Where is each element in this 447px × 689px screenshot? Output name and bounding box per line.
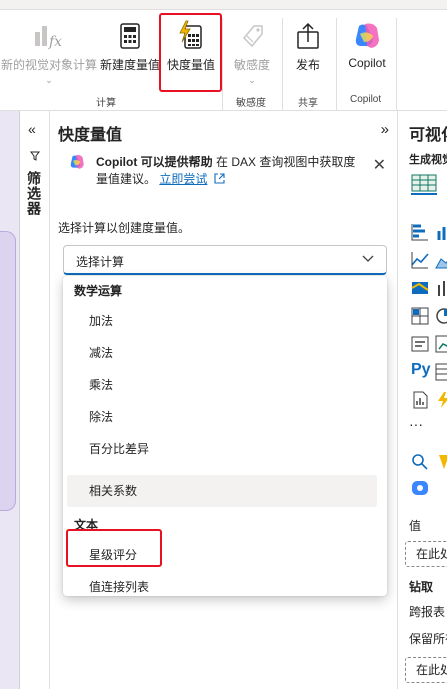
option-add[interactable]: 加法 <box>67 305 377 337</box>
copilot-banner: Copilot 可以提供帮助 在 DAX 查询视图中获取度量值建议。 立即尝试 … <box>58 149 390 207</box>
python-visual-icon[interactable]: Py <box>411 361 435 379</box>
calculator-icon <box>120 23 140 49</box>
visual-calculation-icon: fx <box>35 26 62 50</box>
select-prompt: 选择计算以创建度量值。 <box>58 221 191 235</box>
drillthrough-drop-zone[interactable]: 在此处添加钻取字段 <box>405 657 447 683</box>
calculation-select[interactable]: 选择计算 <box>63 245 387 275</box>
option-concatenated-list[interactable]: 值连接列表 <box>67 571 377 603</box>
table-icon[interactable] <box>435 363 447 381</box>
values-label: 值 <box>409 519 422 533</box>
group-label-copilot: Copilot <box>350 94 382 105</box>
filters-pane-collapsed[interactable]: « 筛选器 <box>20 111 50 689</box>
search-icon[interactable] <box>411 453 429 471</box>
cross-report-label: 跨报表 <box>409 605 446 619</box>
matrix-icon[interactable] <box>411 307 429 325</box>
stacked-bar-chart-icon[interactable] <box>411 223 429 241</box>
values-drop-zone[interactable]: 在此处添加数据字段 <box>405 541 447 567</box>
report-canvas-edge <box>0 111 20 689</box>
try-now-link[interactable]: 立即尝试 <box>159 172 207 186</box>
chevron-down-icon: ⌄ <box>45 75 53 85</box>
title-strip <box>0 0 447 10</box>
option-percent-difference[interactable]: 百分比差异 <box>67 433 377 465</box>
sensitivity-button[interactable]: 敏感度 ⌄ <box>226 20 278 90</box>
paginated-report-icon[interactable] <box>411 391 429 409</box>
expand-filters-button[interactable]: « <box>28 121 36 137</box>
select-value: 选择计算 <box>76 255 125 269</box>
line-chart-icon[interactable] <box>411 251 429 269</box>
column-chart-icon[interactable] <box>435 279 447 297</box>
group-label-sensitivity: 敏感度 <box>236 98 266 109</box>
chevron-down-icon: ⌄ <box>248 75 256 85</box>
highlight-star-rating <box>66 529 162 567</box>
publish-button[interactable]: 发布 <box>284 20 332 90</box>
build-visual-tab[interactable] <box>411 173 437 195</box>
external-link-icon <box>214 173 225 184</box>
quick-measure-pane: 快度量值 » Copilot 可以提供帮助 在 DAX 查询视图中获取度量值建议… <box>50 111 398 689</box>
option-subtract[interactable]: 减法 <box>67 337 377 369</box>
option-divide[interactable]: 除法 <box>67 401 377 433</box>
expand-pane-button[interactable]: » <box>381 121 389 138</box>
section-header-math: 数学运算 <box>74 284 123 298</box>
visualizations-title: 可视化 <box>409 127 447 144</box>
table-grid-icon <box>411 174 437 192</box>
card-icon[interactable] <box>411 335 429 353</box>
more-visuals-button[interactable]: ··· <box>409 416 423 432</box>
new-visual-calculation-button[interactable]: fx 新的视觉对象计算 ⌄ <box>0 20 98 90</box>
pie-chart-icon[interactable] <box>435 307 447 325</box>
group-label-calc: 计算 <box>96 98 116 109</box>
divider <box>222 18 223 110</box>
banner-text: Copilot 可以提供帮助 在 DAX 查询视图中获取度量值建议。 立即尝试 <box>96 154 356 188</box>
kpi-icon[interactable] <box>435 335 447 353</box>
new-visual-calc-label: 新的视觉对象计算 <box>0 58 97 72</box>
ribbon-chart-icon[interactable] <box>411 279 429 297</box>
highlight-quick-measure <box>159 13 222 92</box>
sensitivity-label: 敏感度 <box>233 58 270 72</box>
qa-visual-icon[interactable] <box>435 453 447 471</box>
stacked-column-chart-icon[interactable] <box>435 223 447 241</box>
keep-all-filters-label: 保留所有筛选器 <box>409 632 447 646</box>
sensitivity-tag-icon <box>242 25 263 48</box>
copilot-visual-icon[interactable] <box>411 479 429 497</box>
ribbon: fx 新的视觉对象计算 ⌄ 新建度量值 快度量值 敏感度 ⌄ 发布 Copilo… <box>0 10 447 111</box>
option-correlation[interactable]: 相关系数 <box>67 475 377 507</box>
divider <box>282 18 283 110</box>
area-chart-icon[interactable] <box>435 251 447 269</box>
group-label-share: 共享 <box>298 98 318 109</box>
new-measure-button[interactable]: 新建度量值 <box>98 20 162 90</box>
filters-label: 筛选器 <box>26 171 42 216</box>
divider <box>336 18 337 110</box>
banner-bold-text: Copilot 可以提供帮助 <box>96 155 213 169</box>
chevron-down-icon <box>362 255 374 262</box>
copilot-icon <box>355 23 379 48</box>
close-icon[interactable]: ✕ <box>373 155 386 175</box>
publish-icon <box>297 22 319 49</box>
copilot-label: Copilot <box>348 56 386 70</box>
filter-icon <box>30 151 40 161</box>
publish-label: 发布 <box>295 58 320 72</box>
visualizations-pane: 可视化 生成视觉对象 Py ··· 值 在此处添加数据字段 钻取 跨报表 保留所… <box>398 111 447 689</box>
copilot-button[interactable]: Copilot <box>340 20 394 90</box>
build-visual-label: 生成视觉对象 <box>409 154 447 166</box>
copilot-icon <box>70 154 84 169</box>
drillthrough-label: 钻取 <box>409 580 434 594</box>
calculation-dropdown: 数学运算 加法 减法 乘法 除法 百分比差异 相关系数 文本 星级评分 值连接列… <box>63 276 387 596</box>
option-multiply[interactable]: 乘法 <box>67 369 377 401</box>
svg-text:fx: fx <box>48 34 62 50</box>
canvas-visual-edge <box>0 231 16 511</box>
new-measure-label: 新建度量值 <box>99 58 160 72</box>
divider <box>396 18 397 110</box>
pane-title: 快度量值 <box>58 127 123 144</box>
lightning-visual-icon[interactable] <box>435 391 447 409</box>
